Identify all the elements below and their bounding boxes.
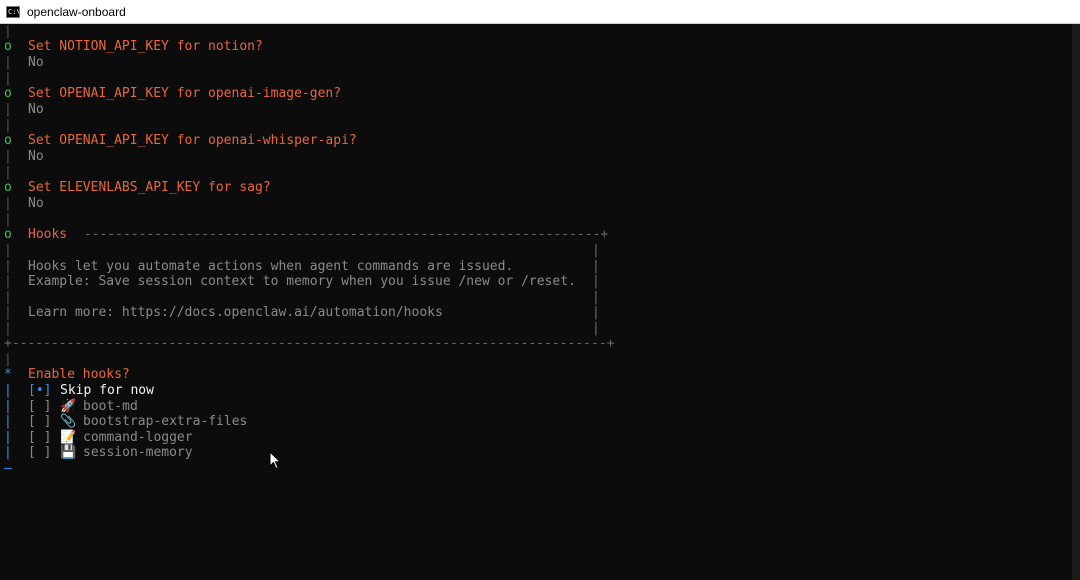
- checkbox: [ ]: [28, 445, 52, 460]
- paperclip-icon: 📎: [60, 414, 77, 429]
- box-right-border: |: [592, 243, 600, 258]
- rocket-icon: 🚀: [60, 399, 77, 414]
- hooks-box-title: Hooks: [28, 227, 68, 242]
- title-bar[interactable]: C:\ openclaw-onboard: [0, 0, 1080, 24]
- checkbox-selected: [•]: [28, 383, 52, 398]
- window-title: openclaw-onboard: [27, 4, 126, 19]
- prompt-answer: No: [28, 149, 44, 164]
- done-marker: o: [4, 227, 12, 242]
- gutter-end: —: [4, 461, 12, 476]
- enable-hooks-question: Enable hooks?: [28, 367, 130, 382]
- terminal-window: C:\ openclaw-onboard | o Set NOTION_API_K…: [0, 0, 1080, 580]
- hooks-example: Example: Save session context to memory …: [28, 274, 576, 289]
- checkbox: [ ]: [28, 414, 52, 429]
- cmd-icon: C:\: [6, 5, 20, 18]
- prompt-question: Set NOTION_API_KEY for notion?: [28, 39, 263, 54]
- hook-option-label: command-logger: [83, 430, 193, 445]
- prompt-question: Set OPENAI_API_KEY for openai-image-gen?: [28, 86, 342, 101]
- prompt-answer: No: [28, 102, 44, 117]
- checkbox: [ ]: [28, 430, 52, 445]
- box-right-border: |: [592, 259, 600, 274]
- done-marker: o: [4, 133, 12, 148]
- mouse-cursor-icon: [269, 451, 281, 470]
- box-right-border: |: [592, 274, 600, 289]
- box-right-border: |: [592, 321, 600, 336]
- prompt-answer: No: [28, 55, 44, 70]
- done-marker: o: [4, 39, 12, 54]
- prompt-question: Set ELEVENLABS_API_KEY for sag?: [28, 180, 271, 195]
- memo-icon: 📝: [60, 430, 77, 445]
- hook-option-label: session-memory: [83, 445, 193, 460]
- box-top-border: ----------------------------------------…: [76, 227, 609, 242]
- hooks-description: Hooks let you automate actions when agen…: [28, 259, 514, 274]
- box-right-border: |: [592, 290, 600, 305]
- scrollbar[interactable]: [1072, 24, 1080, 580]
- box-right-border: |: [592, 305, 600, 320]
- prompt-question: Set OPENAI_API_KEY for openai-whisper-ap…: [28, 133, 357, 148]
- checkbox: [ ]: [28, 399, 52, 414]
- prompt-answer: No: [28, 196, 44, 211]
- done-marker: o: [4, 180, 12, 195]
- terminal-output[interactable]: | o Set NOTION_API_KEY for notion? | No | …: [0, 24, 1072, 580]
- hook-option-label: bootstrap-extra-files: [83, 414, 248, 429]
- done-marker: o: [4, 86, 12, 101]
- hook-option-label: Skip for now: [60, 383, 154, 398]
- hook-option-label: boot-md: [83, 399, 138, 414]
- active-marker: *: [4, 367, 12, 382]
- floppy-disk-icon: 💾: [60, 445, 77, 460]
- hooks-learn-more: Learn more: https://docs.openclaw.ai/aut…: [28, 305, 443, 320]
